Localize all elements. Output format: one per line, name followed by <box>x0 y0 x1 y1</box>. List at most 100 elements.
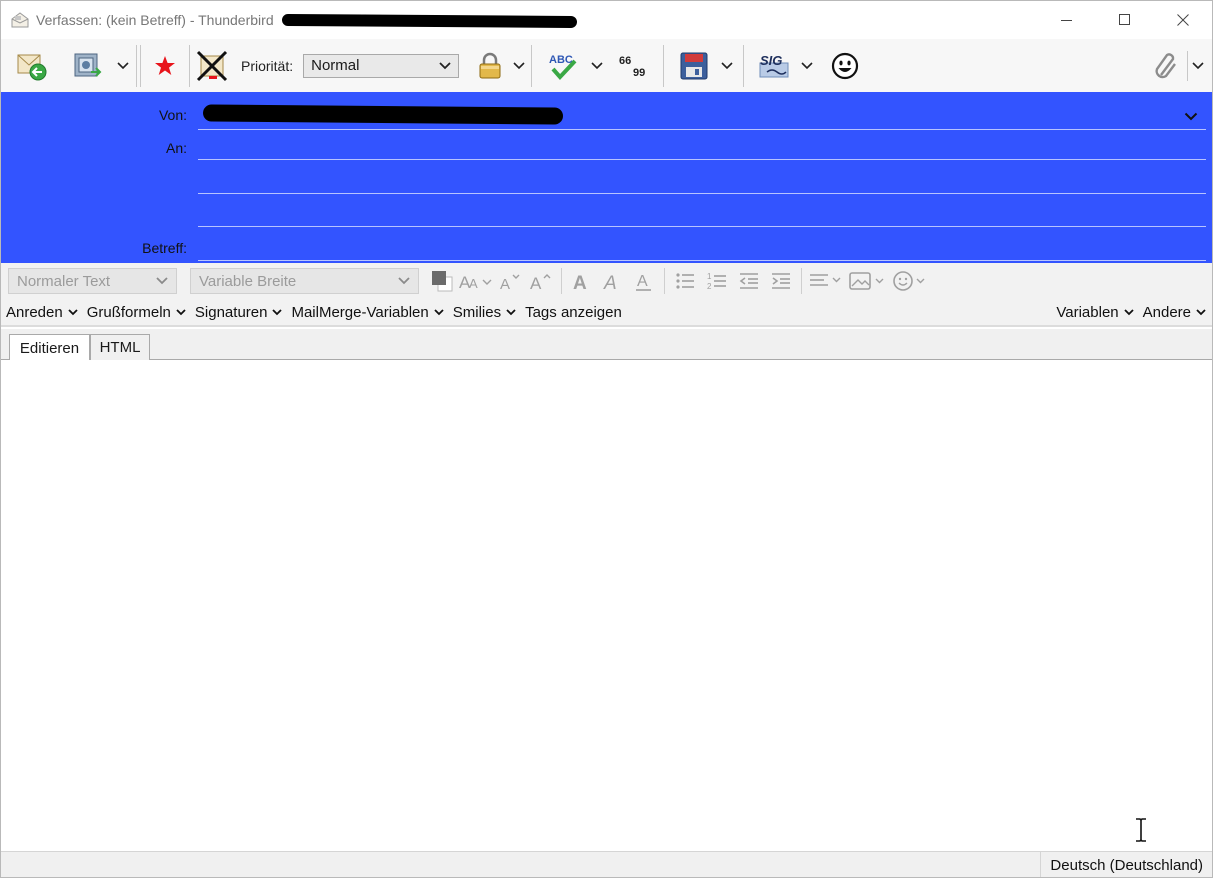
text-cursor-icon <box>1136 818 1146 842</box>
chevron-down-icon <box>117 61 129 69</box>
insert-smiley-button[interactable] <box>890 268 930 294</box>
abc-check-icon: ABC <box>549 54 577 80</box>
svg-text:99: 99 <box>633 67 645 78</box>
menu-smilies[interactable]: Smilies <box>453 304 516 321</box>
align-button[interactable] <box>806 268 846 294</box>
toolbar-separator <box>743 44 745 87</box>
numbered-list-button[interactable]: 1 2 <box>701 268 733 294</box>
toolbar-separator <box>189 44 190 87</box>
decrease-font-button[interactable]: A <box>495 268 525 294</box>
chevron-down-icon <box>591 61 603 69</box>
menu-signaturen[interactable]: Signaturen <box>195 304 283 321</box>
recipient-field[interactable] <box>198 193 1206 194</box>
send-later-button[interactable] <box>61 43 113 89</box>
tab-label: HTML <box>99 339 141 356</box>
from-dropdown[interactable] <box>1184 108 1198 124</box>
signature-button[interactable]: SIG <box>751 43 797 89</box>
tab-editieren[interactable]: Editieren <box>9 334 90 361</box>
text-color-button[interactable] <box>427 268 457 294</box>
font-size-button[interactable]: A A <box>457 268 495 294</box>
send-options-dropdown[interactable] <box>113 46 133 86</box>
minimize-button[interactable] <box>1038 1 1096 39</box>
menu-label: Smilies <box>452 303 502 321</box>
signature-dropdown[interactable] <box>797 46 817 86</box>
main-toolbar: Priorität: Normal ABC 66 99 SIG <box>1 39 1212 92</box>
spelling-dropdown[interactable] <box>587 46 607 86</box>
bold-button[interactable]: A <box>566 268 596 294</box>
maximize-button[interactable] <box>1096 1 1154 39</box>
toolbar-separator <box>140 44 141 87</box>
menu-anreden[interactable]: Anreden <box>6 304 78 321</box>
attach-button[interactable] <box>1147 43 1187 89</box>
menu-mailmerge-variablen[interactable]: MailMerge-Variablen <box>291 303 444 321</box>
larger-text-icon: A <box>530 274 551 291</box>
flag-button[interactable] <box>144 43 186 89</box>
attach-dropdown[interactable] <box>1188 46 1208 86</box>
svg-text:A: A <box>573 273 587 291</box>
menu-grussformeln[interactable]: Grußformeln <box>87 304 186 321</box>
toolbar-separator <box>663 44 665 87</box>
security-dropdown[interactable] <box>509 46 529 86</box>
priority-value: Normal <box>311 57 360 74</box>
recipient-field[interactable] <box>198 226 1206 227</box>
underline-button[interactable]: A <box>628 268 660 294</box>
emoji-button[interactable] <box>825 43 865 89</box>
send-button[interactable] <box>7 43 57 89</box>
close-button[interactable] <box>1154 1 1212 39</box>
italic-icon: A <box>603 273 617 291</box>
color-swatch-icon <box>432 271 453 292</box>
outdent-icon <box>739 273 758 289</box>
paperclip-icon <box>1155 52 1176 78</box>
security-button[interactable] <box>471 43 509 89</box>
underline-icon: A <box>636 273 651 291</box>
tab-html[interactable]: HTML <box>90 334 150 360</box>
outdent-button[interactable] <box>733 268 765 294</box>
quote-button[interactable]: 66 99 <box>611 43 657 89</box>
spellcheck-language[interactable]: Deutsch (Deutschland) <box>1040 852 1212 877</box>
image-icon <box>849 272 884 290</box>
font-family-select[interactable]: Variable Breite <box>190 268 419 294</box>
font-size-icon: A A <box>459 273 492 291</box>
format-separator <box>664 268 665 294</box>
paragraph-format-select[interactable]: Normaler Text <box>8 268 177 294</box>
svg-text:A: A <box>500 276 510 291</box>
bullet-list-button[interactable] <box>669 268 701 294</box>
svg-text:2: 2 <box>707 282 712 291</box>
to-field[interactable] <box>198 159 1206 160</box>
maximize-icon <box>1119 14 1130 25</box>
chevron-down-icon <box>398 277 410 285</box>
menu-andere[interactable]: Andere <box>1143 304 1206 321</box>
bold-icon: A <box>573 273 587 291</box>
priority-select[interactable]: Normal <box>303 53 460 78</box>
spelling-button[interactable]: ABC <box>539 43 587 89</box>
chevron-down-icon <box>506 308 516 315</box>
menu-tags-anzeigen[interactable]: Tags anzeigen <box>525 304 622 321</box>
chevron-down-icon <box>272 308 283 315</box>
to-label: An: <box>165 140 187 156</box>
message-body-editor[interactable] <box>1 360 1212 851</box>
menu-label: MailMerge-Variablen <box>291 303 429 321</box>
editor-tabs: Editieren HTML <box>1 329 1212 361</box>
quote-icon: 66 99 <box>619 55 645 78</box>
svg-text:A: A <box>637 273 648 290</box>
indent-button[interactable] <box>765 268 797 294</box>
padlock-icon <box>479 52 501 78</box>
menu-variablen[interactable]: Variablen <box>1056 304 1134 321</box>
discard-button[interactable] <box>193 43 231 89</box>
chevron-down-icon <box>801 61 813 69</box>
sig-icon: SIG <box>759 53 789 77</box>
insert-image-button[interactable] <box>846 268 890 294</box>
menu-label: Andere <box>1142 303 1191 321</box>
save-dropdown[interactable] <box>717 46 737 86</box>
italic-button[interactable]: A <box>596 268 628 294</box>
from-field[interactable] <box>202 104 564 125</box>
svg-text:A: A <box>603 273 617 291</box>
subject-field[interactable] <box>198 260 1206 261</box>
priority-label: Priorität: <box>241 57 294 74</box>
svg-text:SIG: SIG <box>760 53 782 68</box>
save-button[interactable] <box>671 43 717 89</box>
increase-font-button[interactable]: A <box>525 268 557 294</box>
svg-text:1: 1 <box>707 272 712 281</box>
bullet-list-icon <box>676 273 694 289</box>
svg-text:A: A <box>530 274 542 291</box>
